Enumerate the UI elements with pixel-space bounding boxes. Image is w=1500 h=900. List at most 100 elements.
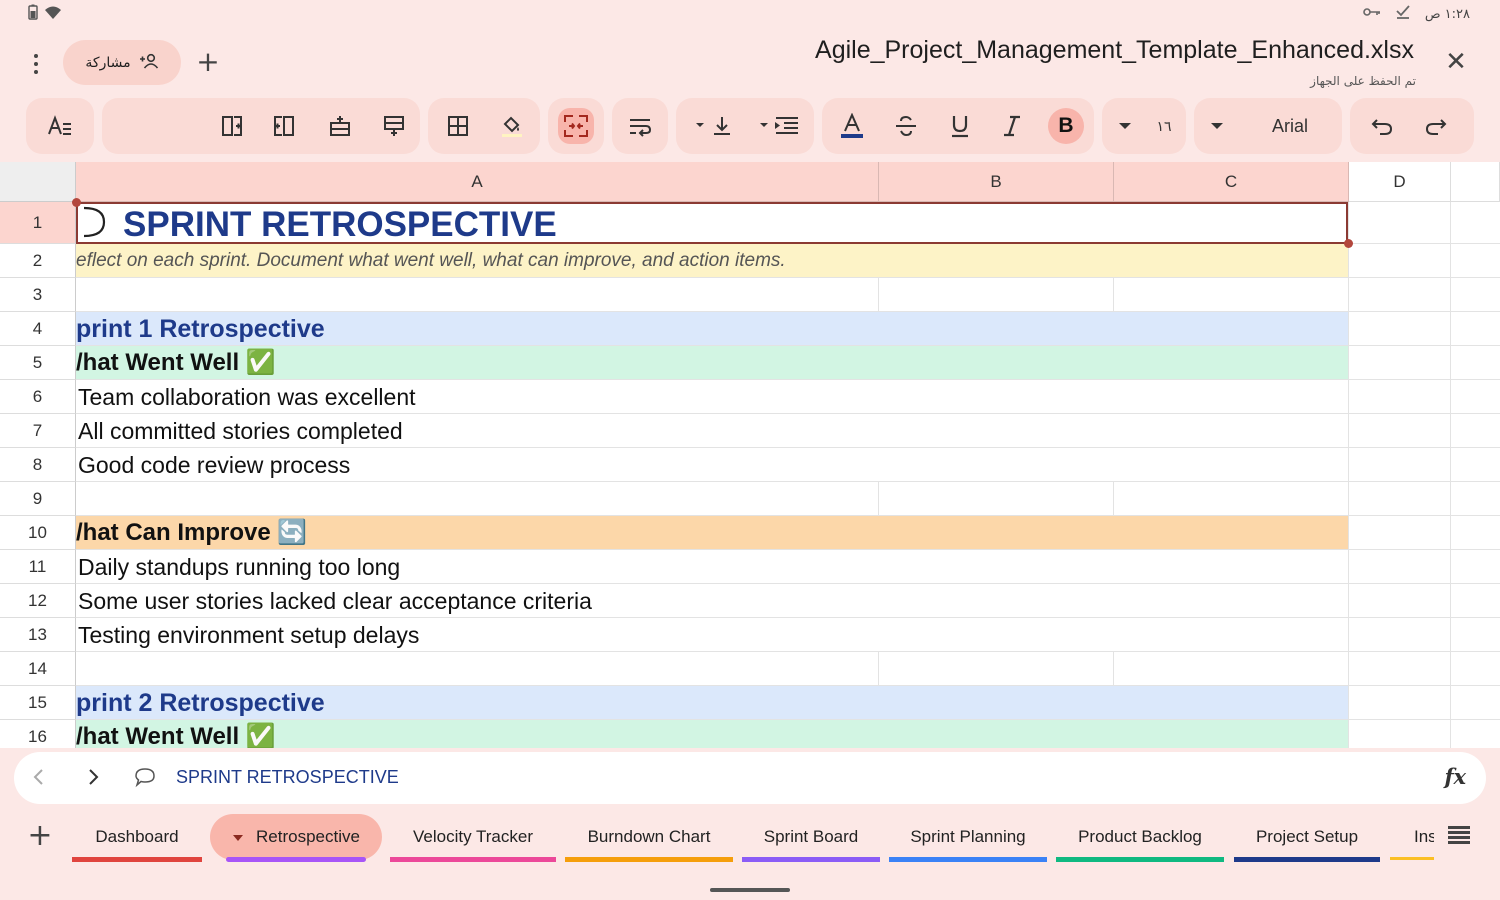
- sheet-tab[interactable]: Sprint Planning: [889, 814, 1047, 862]
- share-button[interactable]: مشاركة: [63, 40, 181, 85]
- row-cell[interactable]: All committed stories completed: [76, 414, 1348, 448]
- sheet-tab[interactable]: Dashboard: [72, 814, 202, 862]
- insert-column-right-icon[interactable]: [266, 108, 302, 144]
- row-header[interactable]: 12: [0, 584, 76, 618]
- column-header-a[interactable]: A: [76, 162, 879, 202]
- row-cell[interactable]: Some user stories lacked clear acceptanc…: [76, 584, 1348, 618]
- row-header[interactable]: 8: [0, 448, 76, 482]
- row-rest-cells[interactable]: [1348, 414, 1500, 448]
- row-cell[interactable]: /hat Can Improve 🔄: [76, 516, 1348, 550]
- font-dropdown-icon[interactable]: [1204, 108, 1230, 144]
- insert-row-above-icon[interactable]: [322, 108, 358, 144]
- column-header-b[interactable]: B: [879, 162, 1114, 202]
- insert-row-below-icon[interactable]: [376, 108, 412, 144]
- toolbar-group-cell: [428, 98, 540, 154]
- row-cell[interactable]: eflect on each sprint. Document what wen…: [76, 244, 1348, 278]
- sheet-tab[interactable]: Sprint Board: [742, 814, 880, 862]
- merge-cells-icon[interactable]: [558, 108, 594, 144]
- undo-icon[interactable]: [1364, 108, 1400, 144]
- row-cell[interactable]: Daily standups running too long: [76, 550, 1348, 584]
- row-rest-cells[interactable]: [1348, 380, 1500, 414]
- function-icon[interactable]: fx: [1444, 764, 1466, 789]
- sheet-tab[interactable]: Ins: [1390, 814, 1434, 860]
- row-cell[interactable]: print 1 Retrospective: [76, 312, 1348, 346]
- row-header[interactable]: 1: [0, 202, 76, 244]
- row-cell[interactable]: Testing environment setup delays: [76, 618, 1348, 652]
- selection-handle-bottom[interactable]: [1344, 239, 1353, 248]
- borders-icon[interactable]: [440, 108, 476, 144]
- row-cell[interactable]: /hat Went Well ✅: [76, 346, 1348, 380]
- more-options-icon[interactable]: [22, 50, 50, 78]
- strikethrough-icon[interactable]: [888, 108, 924, 144]
- row-header[interactable]: 16: [0, 720, 76, 748]
- sheet-tab[interactable]: Burndown Chart: [565, 814, 733, 862]
- font-name[interactable]: Arial: [1272, 108, 1336, 144]
- row-cell[interactable]: [76, 278, 1348, 312]
- row-header[interactable]: 9: [0, 482, 76, 516]
- column-header-d[interactable]: D: [1349, 162, 1451, 202]
- text-color-icon[interactable]: [834, 108, 870, 144]
- insert-column-left-icon[interactable]: [214, 108, 250, 144]
- row-header[interactable]: 14: [0, 652, 76, 686]
- cell-text: SPRINT RETROSPECTIVE: [88, 205, 557, 244]
- bold-button[interactable]: B: [1048, 108, 1084, 144]
- select-all-corner[interactable]: [0, 162, 76, 202]
- row-header[interactable]: 11: [0, 550, 76, 584]
- row-header[interactable]: 13: [0, 618, 76, 652]
- row-rest-cells[interactable]: [1348, 202, 1500, 244]
- row-rest-cells[interactable]: [1348, 482, 1500, 516]
- row-header[interactable]: 5: [0, 346, 76, 380]
- add-icon[interactable]: +: [194, 48, 222, 76]
- underline-button[interactable]: [942, 108, 978, 144]
- row-rest-cells[interactable]: [1348, 312, 1500, 346]
- next-icon[interactable]: [86, 767, 100, 791]
- wrap-text-icon[interactable]: [622, 108, 658, 144]
- sheet-tab[interactable]: Velocity Tracker: [390, 814, 556, 862]
- fill-color-icon[interactable]: [494, 108, 530, 144]
- row-rest-cells[interactable]: [1348, 278, 1500, 312]
- row-rest-cells[interactable]: [1348, 720, 1500, 748]
- row-cell[interactable]: SPRINT RETROSPECTIVE: [76, 202, 1348, 244]
- horizontal-align-icon[interactable]: [756, 108, 804, 144]
- row-cell[interactable]: print 2 Retrospective: [76, 686, 1348, 720]
- italic-button[interactable]: [994, 108, 1030, 144]
- sheet-tab[interactable]: Product Backlog: [1056, 814, 1224, 862]
- font-size-dropdown-icon[interactable]: [1112, 108, 1138, 144]
- row-header[interactable]: 4: [0, 312, 76, 346]
- sheet-tab[interactable]: Retrospective: [210, 814, 382, 862]
- tab-dropdown-icon[interactable]: [232, 827, 244, 847]
- row-header[interactable]: 10: [0, 516, 76, 550]
- font-size-value[interactable]: ١٦: [1146, 108, 1182, 144]
- row-header[interactable]: 15: [0, 686, 76, 720]
- row-rest-cells[interactable]: [1348, 550, 1500, 584]
- row-cell[interactable]: Team collaboration was excellent: [76, 380, 1348, 414]
- row-cell[interactable]: Good code review process: [76, 448, 1348, 482]
- row-rest-cells[interactable]: [1348, 244, 1500, 278]
- column-header-e[interactable]: [1451, 162, 1500, 202]
- redo-icon[interactable]: [1418, 108, 1454, 144]
- row-rest-cells[interactable]: [1348, 618, 1500, 652]
- close-icon[interactable]: ✕: [1444, 49, 1468, 75]
- row-rest-cells[interactable]: [1348, 652, 1500, 686]
- selection-handle-top[interactable]: [72, 198, 81, 207]
- row-rest-cells[interactable]: [1348, 346, 1500, 380]
- row-cell[interactable]: [76, 652, 1348, 686]
- row-cell[interactable]: [76, 482, 1348, 516]
- row-header[interactable]: 3: [0, 278, 76, 312]
- row-header[interactable]: 7: [0, 414, 76, 448]
- column-header-c[interactable]: C: [1114, 162, 1349, 202]
- vertical-align-icon[interactable]: [690, 108, 738, 144]
- previous-icon[interactable]: [32, 767, 46, 791]
- row-rest-cells[interactable]: [1348, 584, 1500, 618]
- row-rest-cells[interactable]: [1348, 448, 1500, 482]
- row-header[interactable]: 2: [0, 244, 76, 278]
- row-header[interactable]: 6: [0, 380, 76, 414]
- row-rest-cells[interactable]: [1348, 686, 1500, 720]
- spreadsheet-grid[interactable]: A B C D 1 SPRINT RETROSPECTIVE 2 eflect on…: [0, 162, 1500, 748]
- sheet-tab[interactable]: Project Setup: [1234, 814, 1380, 862]
- formula-content[interactable]: SPRINT RETROSPECTIVE: [176, 767, 399, 788]
- sheet-list-icon[interactable]: [1448, 826, 1470, 844]
- text-format-icon[interactable]: [42, 108, 78, 144]
- row-cell[interactable]: /hat Went Well ✅: [76, 720, 1348, 748]
- row-rest-cells[interactable]: [1348, 516, 1500, 550]
